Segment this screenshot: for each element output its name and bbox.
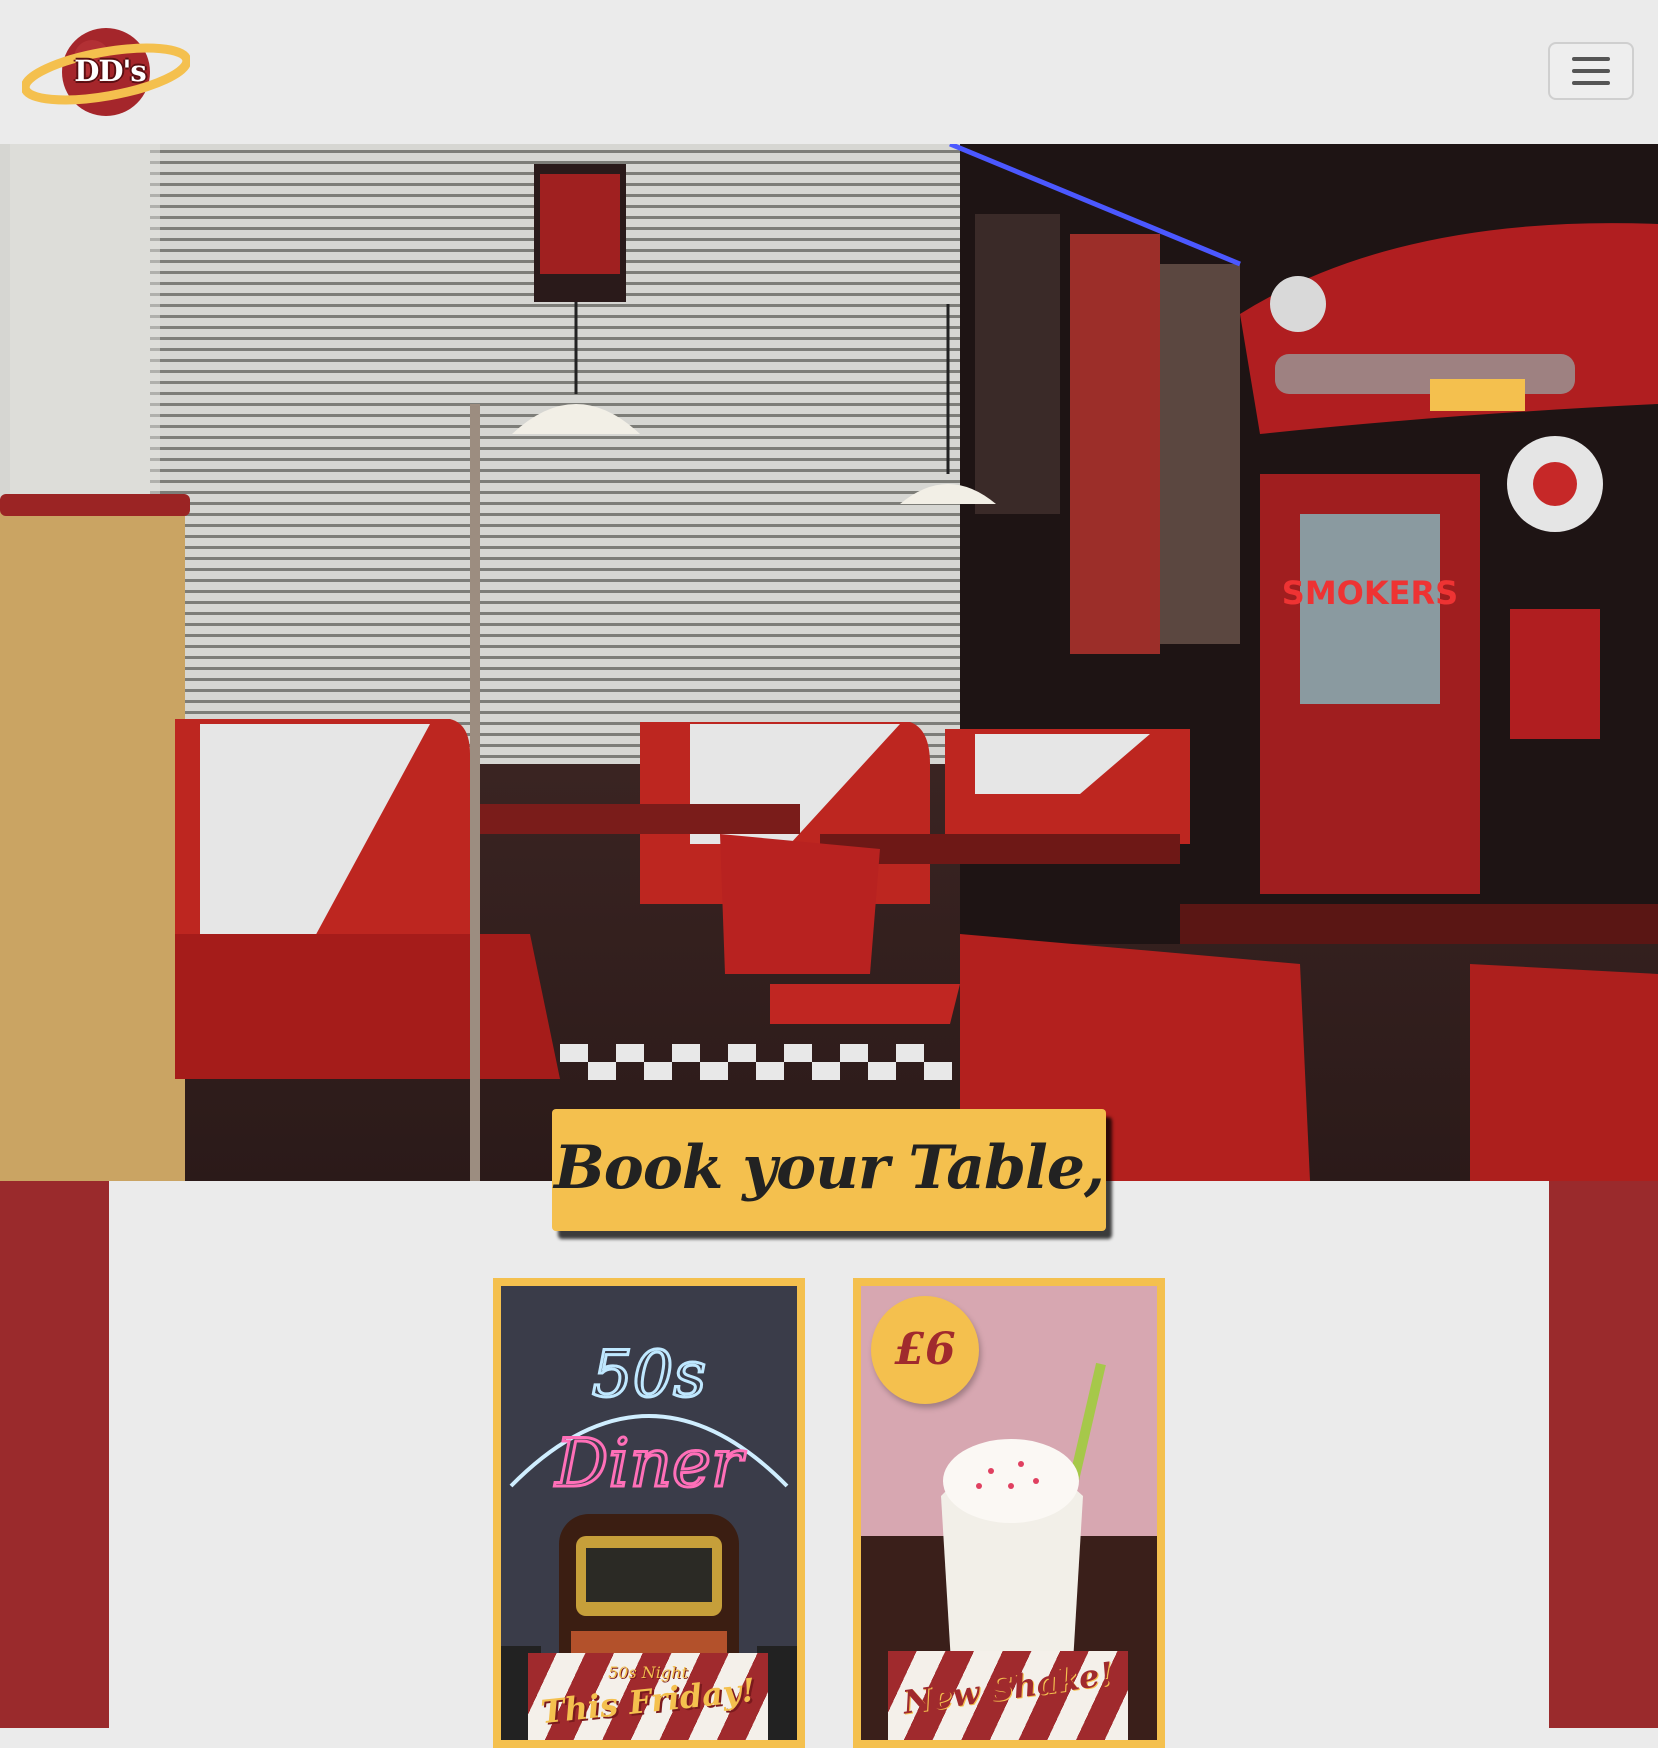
svg-text:50s: 50s xyxy=(592,1338,706,1412)
diner-interior-illustration: SMOKERS xyxy=(0,144,1658,1181)
svg-text:Diner: Diner xyxy=(554,1425,746,1502)
price-badge: £6 xyxy=(871,1296,979,1404)
side-band-right xyxy=(1549,1181,1658,1728)
menu-toggle-button[interactable] xyxy=(1548,42,1634,100)
promo-banner-big-text: New Shake! xyxy=(900,1654,1116,1722)
side-band-left xyxy=(0,1181,109,1728)
logo-text: DD's xyxy=(74,54,147,88)
svg-text:SMOKERS: SMOKERS xyxy=(1282,574,1458,612)
content-area xyxy=(109,1181,1549,1728)
navbar: DD's xyxy=(0,0,1658,144)
hero-image: SMOKERS xyxy=(0,144,1658,1181)
promo-card-new-shake[interactable]: £6 New Shake! xyxy=(853,1278,1165,1748)
book-table-button[interactable]: Book your Table, xyxy=(552,1109,1106,1231)
promo-card-50s-night[interactable]: 50s Diner 50s Night This Friday! xyxy=(493,1278,805,1748)
promo-banner-50s-night: 50s Night This Friday! xyxy=(528,1653,768,1740)
brand-logo[interactable]: DD's xyxy=(20,24,192,120)
